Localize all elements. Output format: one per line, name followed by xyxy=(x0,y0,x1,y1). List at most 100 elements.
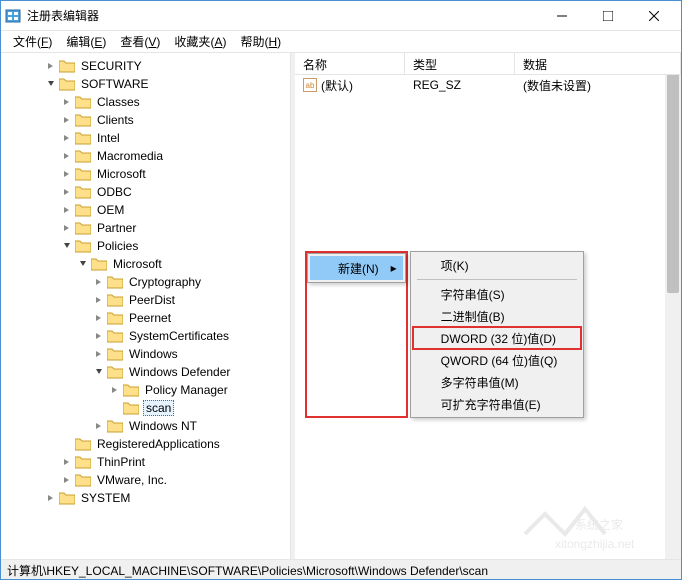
expander-icon[interactable] xyxy=(61,168,73,180)
statusbar-path: 计算机\HKEY_LOCAL_MACHINE\SOFTWARE\Policies… xyxy=(7,564,488,578)
menu-item-new[interactable]: 新建(N) ▸ xyxy=(310,256,403,280)
tree-node-oem[interactable]: OEM xyxy=(57,201,290,219)
expander-icon[interactable] xyxy=(93,294,105,306)
tree-node-thinprint[interactable]: ThinPrint xyxy=(57,453,290,471)
list-row[interactable]: ab(默认) REG_SZ (数值未设置) xyxy=(295,75,681,95)
menu-item-label: 可扩充字符串值(E) xyxy=(441,396,541,413)
expander-icon[interactable] xyxy=(93,366,105,378)
menu-item-binary[interactable]: 二进制值(B) xyxy=(413,305,582,327)
tree-node-odbc[interactable]: ODBC xyxy=(57,183,290,201)
expander-icon[interactable] xyxy=(61,114,73,126)
menu-item-string[interactable]: 字符串值(S) xyxy=(413,283,582,305)
tree-node-microsoft[interactable]: Microsoft xyxy=(57,165,290,183)
expander-icon[interactable] xyxy=(109,384,121,396)
titlebar: 注册表编辑器 xyxy=(1,1,681,31)
menu-item-key[interactable]: 项(K) xyxy=(413,254,582,276)
tree-node-clients[interactable]: Clients xyxy=(57,111,290,129)
menu-item-qword[interactable]: QWORD (64 位)值(Q) xyxy=(413,349,582,371)
tree-node-peernet[interactable]: Peernet xyxy=(89,309,290,327)
window-title: 注册表编辑器 xyxy=(27,7,539,24)
folder-icon xyxy=(107,347,123,361)
expander-spacer xyxy=(61,438,73,450)
tree-node-cryptography[interactable]: Cryptography xyxy=(89,273,290,291)
menu-item-dword[interactable]: DWORD (32 位)值(D) xyxy=(413,327,582,349)
expander-icon[interactable] xyxy=(61,186,73,198)
expander-icon[interactable] xyxy=(61,474,73,486)
column-header-data[interactable]: 数据 xyxy=(515,53,681,74)
tree-node-scan[interactable]: scan xyxy=(105,399,290,417)
tree-pane[interactable]: SECURITY SOFTWARE Classes Clients Intel … xyxy=(1,53,291,559)
tree-node-windows-nt[interactable]: Windows NT xyxy=(89,417,290,435)
tree-node-system[interactable]: SYSTEM xyxy=(41,489,290,507)
menu-favorites[interactable]: 收藏夹(A) xyxy=(168,31,232,52)
folder-icon xyxy=(75,95,91,109)
maximize-button[interactable] xyxy=(585,1,631,31)
folder-icon xyxy=(59,491,75,505)
minimize-button[interactable] xyxy=(539,1,585,31)
menu-view[interactable]: 查看(V) xyxy=(114,31,166,52)
folder-icon xyxy=(107,329,123,343)
expander-icon[interactable] xyxy=(61,150,73,162)
column-header-type[interactable]: 类型 xyxy=(405,53,515,74)
menu-separator xyxy=(417,279,578,280)
list-body: ab(默认) REG_SZ (数值未设置) xyxy=(295,75,681,95)
tree-node-peerdist[interactable]: PeerDist xyxy=(89,291,290,309)
menu-help[interactable]: 帮助(H) xyxy=(234,31,287,52)
expander-icon[interactable] xyxy=(61,240,73,252)
folder-icon xyxy=(75,149,91,163)
column-header-name[interactable]: 名称 xyxy=(295,53,405,74)
folder-icon xyxy=(59,59,75,73)
expander-icon[interactable] xyxy=(93,312,105,324)
tree-node-systemcertificates[interactable]: SystemCertificates xyxy=(89,327,290,345)
expander-icon[interactable] xyxy=(45,78,57,90)
statusbar: 计算机\HKEY_LOCAL_MACHINE\SOFTWARE\Policies… xyxy=(1,559,681,579)
tree-node-policy-manager[interactable]: Policy Manager xyxy=(105,381,290,399)
expander-icon[interactable] xyxy=(61,204,73,216)
content-area: SECURITY SOFTWARE Classes Clients Intel … xyxy=(1,53,681,559)
list-pane[interactable]: 名称 类型 数据 ab(默认) REG_SZ (数值未设置) 新建(N) ▸ xyxy=(295,53,681,559)
tree-node-vmware[interactable]: VMware, Inc. xyxy=(57,471,290,489)
expander-icon[interactable] xyxy=(93,276,105,288)
expander-spacer xyxy=(109,402,121,414)
menu-item-multistring[interactable]: 多字符串值(M) xyxy=(413,371,582,393)
folder-icon xyxy=(75,203,91,217)
value-type: REG_SZ xyxy=(405,76,515,94)
expander-icon[interactable] xyxy=(93,348,105,360)
tree-node-software[interactable]: SOFTWARE xyxy=(41,75,290,93)
menu-file[interactable]: 文件(F) xyxy=(7,31,58,52)
tree-node-windows[interactable]: Windows xyxy=(89,345,290,363)
folder-icon xyxy=(75,437,91,451)
menu-item-label: 项(K) xyxy=(441,257,469,274)
expander-icon[interactable] xyxy=(45,492,57,504)
expander-icon[interactable] xyxy=(61,222,73,234)
folder-icon xyxy=(75,185,91,199)
expander-icon[interactable] xyxy=(45,60,57,72)
expander-icon[interactable] xyxy=(61,96,73,108)
window-controls xyxy=(539,1,677,31)
expander-icon[interactable] xyxy=(93,330,105,342)
tree-node-partner[interactable]: Partner xyxy=(57,219,290,237)
expander-icon[interactable] xyxy=(61,456,73,468)
folder-icon xyxy=(123,383,139,397)
list-header: 名称 类型 数据 xyxy=(295,53,681,75)
menu-edit[interactable]: 编辑(E) xyxy=(60,31,112,52)
close-button[interactable] xyxy=(631,1,677,31)
folder-icon xyxy=(75,167,91,181)
expander-icon[interactable] xyxy=(93,420,105,432)
menu-item-expandstring[interactable]: 可扩充字符串值(E) xyxy=(413,393,582,415)
regedit-icon xyxy=(5,8,21,24)
expander-icon[interactable] xyxy=(77,258,89,270)
tree-node-classes[interactable]: Classes xyxy=(57,93,290,111)
folder-icon xyxy=(75,455,91,469)
folder-icon xyxy=(91,257,107,271)
folder-icon xyxy=(75,239,91,253)
expander-icon[interactable] xyxy=(61,132,73,144)
tree-node-macromedia[interactable]: Macromedia xyxy=(57,147,290,165)
tree-node-policies-microsoft[interactable]: Microsoft xyxy=(73,255,290,273)
tree-node-registeredapplications[interactable]: RegisteredApplications xyxy=(57,435,290,453)
menu-item-label: 新建(N) xyxy=(338,260,379,277)
tree-node-policies[interactable]: Policies xyxy=(57,237,290,255)
tree-node-security[interactable]: SECURITY xyxy=(41,57,290,75)
tree-node-windows-defender[interactable]: Windows Defender xyxy=(89,363,290,381)
tree-node-intel[interactable]: Intel xyxy=(57,129,290,147)
